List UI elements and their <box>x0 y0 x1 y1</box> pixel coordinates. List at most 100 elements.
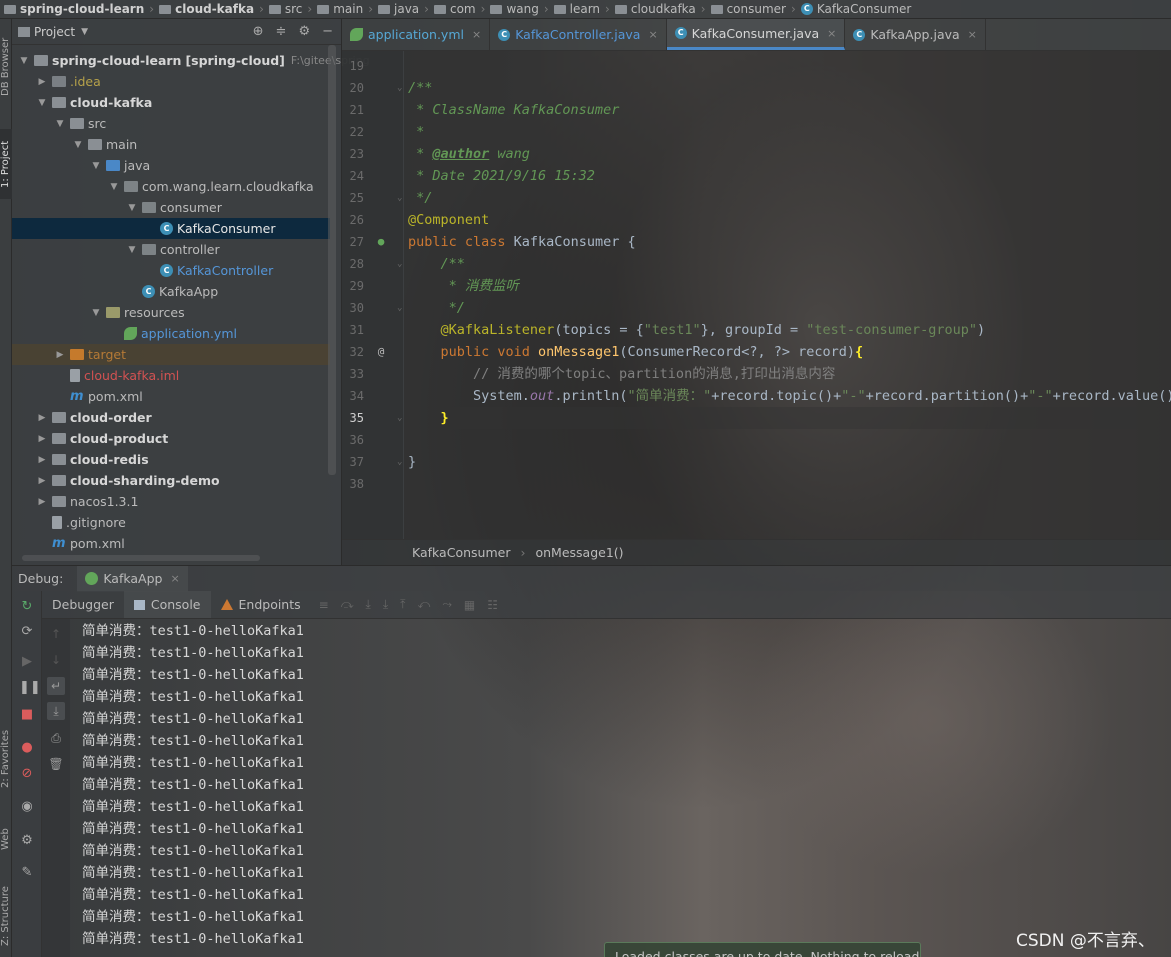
close-icon[interactable]: × <box>170 572 179 585</box>
project-view-selector[interactable]: Project <box>34 25 75 39</box>
editor-tab[interactable]: C KafkaConsumer.java × <box>666 19 846 50</box>
tree-item[interactable]: ▼ cloud-kafka <box>12 92 330 113</box>
scroll-to-end-icon[interactable]: ⤓ <box>47 702 65 720</box>
collapse-all-icon[interactable]: ≑ <box>276 24 287 39</box>
tab-web[interactable]: Web <box>0 819 12 859</box>
collapsed-arrow-icon[interactable]: ▶ <box>36 455 48 465</box>
tab-structure[interactable]: Z: Structure <box>0 879 12 954</box>
expanded-arrow-icon[interactable]: ▼ <box>108 182 120 192</box>
tree-item[interactable]: ▶ target <box>12 344 330 365</box>
step-out-icon[interactable]: ⤒ <box>400 597 405 612</box>
breadcrumb-item[interactable]: wang <box>490 2 539 16</box>
restart-icon[interactable]: ⟳ <box>19 624 35 640</box>
fold-marker-icon[interactable]: ⌄ <box>397 451 403 473</box>
collapsed-arrow-icon[interactable]: ▶ <box>36 497 48 507</box>
code-editor[interactable]: 19 20 21 22 23 24 25 26 27 28 29 30 31 32 33 34 35 36 37 38… <box>342 51 1171 539</box>
trace-icon[interactable]: ☷ <box>487 598 498 612</box>
trash-icon[interactable]: 🗑 <box>47 755 65 773</box>
tree-item[interactable]: ▶ nacos1.3.1 <box>12 491 330 512</box>
show-execution-point-icon[interactable]: ≡ <box>319 598 329 612</box>
tree-item[interactable]: cloud-kafka.iml <box>12 365 330 386</box>
tab-db-browser[interactable]: DB Browser <box>0 27 12 107</box>
tree-item[interactable]: ▶ .idea <box>12 71 330 92</box>
breadcrumb-item[interactable]: consumer <box>710 2 786 16</box>
tree-item[interactable]: ▼ src <box>12 113 330 134</box>
tree-item[interactable]: ▶ cloud-redis <box>12 449 330 470</box>
tab-favorites[interactable]: 2: Favorites <box>0 719 12 799</box>
soft-wrap-icon[interactable]: ↵ <box>47 677 65 695</box>
collapsed-arrow-icon[interactable]: ▶ <box>36 413 48 423</box>
tree-item[interactable]: ▶ cloud-order <box>12 407 330 428</box>
expanded-arrow-icon[interactable]: ▼ <box>90 161 102 171</box>
resume-icon[interactable]: ▶ <box>19 654 35 670</box>
expanded-arrow-icon[interactable]: ▼ <box>72 140 84 150</box>
tree-item[interactable]: ▼ resources <box>12 302 330 323</box>
rerun-icon[interactable]: ↻ <box>19 599 35 615</box>
fold-marker-icon[interactable]: ⌄ <box>397 187 403 209</box>
listener-icon[interactable]: @ <box>374 345 388 359</box>
breadcrumb-method[interactable]: onMessage1() <box>535 545 623 560</box>
spring-bean-icon[interactable]: ● <box>374 235 388 249</box>
tree-item[interactable]: ▼ java <box>12 155 330 176</box>
mute-breakpoints-icon[interactable]: ⊘ <box>19 766 35 782</box>
close-icon[interactable]: × <box>827 27 836 40</box>
run-to-cursor-icon[interactable]: ⤳ <box>442 597 452 612</box>
console-output[interactable]: 简单消费：test1-0-helloKafka1 简单消费：test1-0-hel… <box>70 619 1171 957</box>
close-icon[interactable]: × <box>968 28 977 41</box>
editor-tab[interactable]: C KafkaController.java × <box>490 19 667 50</box>
force-step-into-icon[interactable]: ⤓ <box>383 597 388 612</box>
collapsed-arrow-icon[interactable]: ▶ <box>36 434 48 444</box>
notification-toast[interactable]: Loaded classes are up to date. Nothing t… <box>604 942 921 957</box>
tree-item[interactable]: .gitignore <box>12 512 330 533</box>
locate-icon[interactable]: ⊕ <box>253 24 264 39</box>
down-arrow-icon[interactable]: ↓ <box>47 651 65 669</box>
tree-item[interactable]: C KafkaApp <box>12 281 330 302</box>
stop-icon[interactable]: ■ <box>19 707 35 723</box>
pin-icon[interactable]: ✎ <box>19 865 35 881</box>
expanded-arrow-icon[interactable]: ▼ <box>90 308 102 318</box>
tree-item[interactable]: m pom.xml <box>12 533 330 554</box>
print-icon[interactable]: ⎙ <box>47 729 65 747</box>
tree-item[interactable]: m pom.xml <box>12 386 330 407</box>
view-breakpoints-icon[interactable]: ● <box>19 740 35 756</box>
step-into-icon[interactable]: ⤓ <box>366 597 371 612</box>
breadcrumb-item[interactable]: cloudkafka <box>614 2 696 16</box>
tree-item[interactable]: ▼spring-cloud-learn[spring-cloud]F:\gite… <box>12 50 370 71</box>
fold-marker-icon[interactable]: ⌄ <box>397 297 403 319</box>
project-horizontal-scrollbar[interactable] <box>22 555 260 561</box>
editor-tab[interactable]: C KafkaApp.java × <box>845 19 986 50</box>
breadcrumb-item[interactable]: learn <box>553 2 600 16</box>
tree-item[interactable]: application.yml <box>12 323 330 344</box>
breadcrumb-item[interactable]: main <box>317 2 363 16</box>
pause-icon[interactable]: ❚❚ <box>19 680 41 696</box>
tree-item[interactable]: ▼ consumer <box>12 197 330 218</box>
tab-debugger[interactable]: Debugger <box>42 591 124 618</box>
expanded-arrow-icon[interactable]: ▼ <box>54 119 66 129</box>
close-icon[interactable]: × <box>472 28 481 41</box>
tab-project[interactable]: 1: Project <box>0 129 12 199</box>
breadcrumb-item[interactable]: C KafkaConsumer <box>800 2 911 16</box>
tab-console[interactable]: Console <box>123 591 211 618</box>
tab-endpoints[interactable]: Endpoints <box>211 591 311 618</box>
tree-item[interactable]: ▼ com.wang.learn.cloudkafka <box>12 176 330 197</box>
settings-icon[interactable]: ⚙ <box>19 833 35 849</box>
step-over-icon[interactable]: ⤼ <box>341 597 354 612</box>
collapsed-arrow-icon[interactable]: ▶ <box>36 476 48 486</box>
editor-tab[interactable]: application.yml × <box>342 19 491 50</box>
tree-item[interactable]: ▼ main <box>12 134 330 155</box>
breadcrumb-item[interactable]: java <box>378 2 419 16</box>
breadcrumb-item[interactable]: spring-cloud-learn <box>4 2 144 16</box>
evaluate-icon[interactable]: ▦ <box>464 598 475 612</box>
tree-item[interactable]: ▼ controller <box>12 239 330 260</box>
tree-item[interactable]: C KafkaController <box>12 260 330 281</box>
collapsed-arrow-icon[interactable]: ▶ <box>36 77 48 87</box>
fold-marker-icon[interactable]: ⌄ <box>397 77 403 99</box>
minimize-icon[interactable]: − <box>322 24 333 39</box>
breadcrumb-item[interactable]: cloud-kafka <box>159 2 254 16</box>
expanded-arrow-icon[interactable]: ▼ <box>126 245 138 255</box>
collapsed-arrow-icon[interactable]: ▶ <box>54 350 66 360</box>
fold-marker-icon[interactable]: ⌄ <box>397 407 403 429</box>
tree-item[interactable]: ▶ cloud-product <box>12 428 330 449</box>
breadcrumb-class[interactable]: KafkaConsumer <box>412 545 510 560</box>
gear-icon[interactable]: ⚙ <box>298 24 310 39</box>
